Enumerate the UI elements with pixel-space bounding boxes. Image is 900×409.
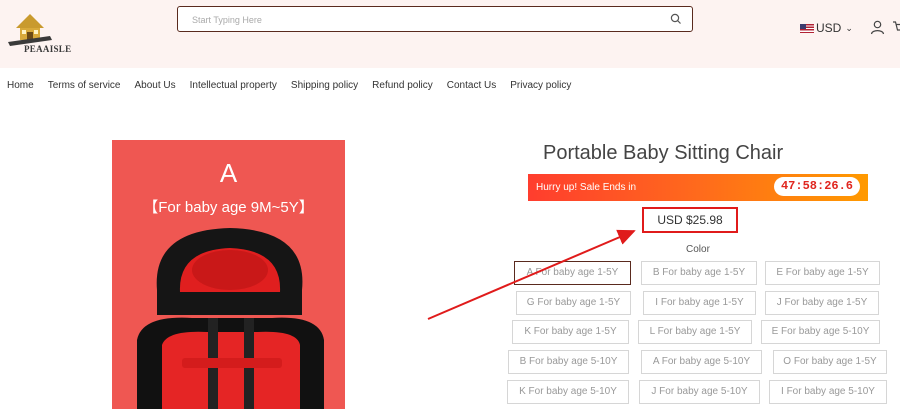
nav-refund-policy[interactable]: Refund policy: [372, 80, 433, 94]
search-icon[interactable]: [670, 13, 682, 25]
sale-text: Hurry up! Sale Ends in: [536, 182, 637, 193]
search-bar[interactable]: [177, 6, 693, 32]
color-option[interactable]: B For baby age 5-10Y: [508, 350, 629, 374]
color-option[interactable]: K For baby age 1-5Y: [512, 320, 629, 344]
countdown-timer: 47:58:26.6: [774, 177, 860, 196]
currency-code: USD: [816, 21, 842, 35]
color-option[interactable]: G For baby age 1-5Y: [516, 291, 631, 315]
color-option[interactable]: B For baby age 1-5Y: [641, 261, 757, 285]
currency-selector[interactable]: USD ⌄: [800, 21, 853, 35]
product-title: Portable Baby Sitting Chair: [543, 142, 784, 164]
nav-contact-us[interactable]: Contact Us: [447, 80, 496, 94]
color-option[interactable]: J For baby age 5-10Y: [639, 380, 760, 404]
house-logo-icon: [8, 14, 52, 46]
color-option-selected[interactable]: A For baby age 1-5Y: [514, 261, 631, 285]
color-option[interactable]: I For baby age 5-10Y: [769, 380, 887, 404]
color-option[interactable]: O For baby age 1-5Y: [773, 350, 887, 374]
chevron-down-icon: ⌄: [845, 22, 853, 33]
product-price: USD $25.98: [642, 207, 738, 233]
logo-text: PEAAISLE: [24, 44, 72, 54]
nav-home[interactable]: Home: [7, 80, 34, 94]
color-option[interactable]: A For baby age 5-10Y: [641, 350, 762, 374]
color-option[interactable]: E For baby age 5-10Y: [761, 320, 880, 344]
cart-icon[interactable]: [892, 20, 900, 35]
baby-seat-illustration: [137, 228, 324, 409]
color-label: Color: [686, 244, 710, 255]
color-option[interactable]: J For baby age 1-5Y: [765, 291, 879, 315]
product-image[interactable]: A 【For baby age 9M~5Y】: [112, 140, 345, 409]
color-option[interactable]: E For baby age 1-5Y: [765, 261, 880, 285]
nav-intellectual-property[interactable]: Intellectual property: [190, 80, 277, 94]
site-header: PEAAISLE USD ⌄: [0, 0, 900, 68]
sale-countdown-banner: Hurry up! Sale Ends in 47:58:26.6: [528, 174, 868, 201]
nav-shipping-policy[interactable]: Shipping policy: [291, 80, 358, 94]
main-nav: Home Terms of service About Us Intellect…: [0, 80, 585, 94]
nav-privacy-policy[interactable]: Privacy policy: [510, 80, 571, 94]
user-icon[interactable]: [870, 20, 885, 35]
site-logo[interactable]: PEAAISLE: [6, 8, 82, 54]
color-option[interactable]: K For baby age 5-10Y: [507, 380, 629, 404]
color-option[interactable]: I For baby age 1-5Y: [643, 291, 756, 315]
nav-terms-of-service[interactable]: Terms of service: [48, 80, 121, 94]
nav-about-us[interactable]: About Us: [134, 80, 175, 94]
search-input[interactable]: [190, 11, 654, 29]
us-flag-icon: [800, 23, 814, 33]
color-option[interactable]: L For baby age 1-5Y: [638, 320, 752, 344]
